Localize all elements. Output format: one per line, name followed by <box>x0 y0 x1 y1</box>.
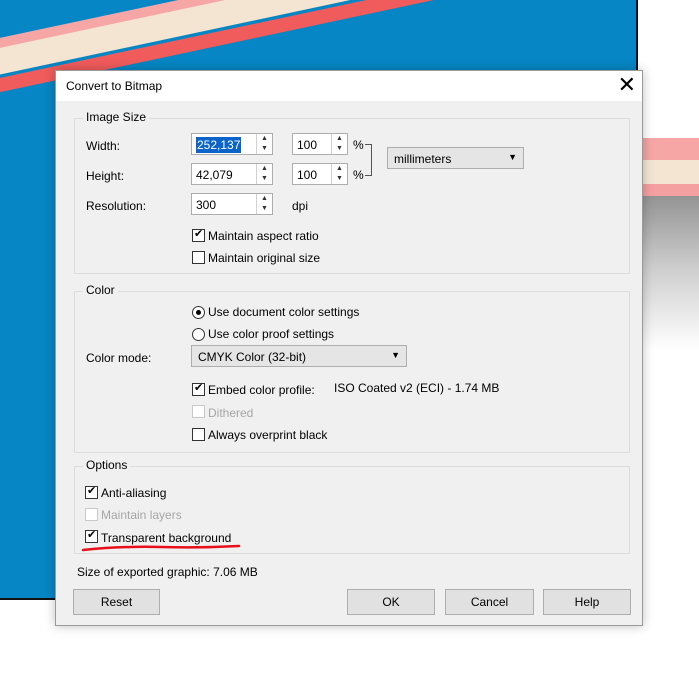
anti-aliasing-checkbox[interactable] <box>85 484 98 499</box>
spin-up-icon: ▲ <box>336 165 343 172</box>
spin-up-icon: ▲ <box>261 135 268 142</box>
units-selected: millimeters <box>394 152 452 166</box>
resolution-label: Resolution: <box>86 199 147 213</box>
spin-down-icon: ▼ <box>261 175 268 182</box>
maintain-layers-label[interactable]: Maintain layers <box>101 508 182 522</box>
color-mode-label: Color mode: <box>86 351 152 365</box>
export-size-text: Size of exported graphic: 7.06 MB <box>77 565 258 579</box>
dithered-checkbox[interactable] <box>192 405 205 418</box>
use-color-proof-settings-label[interactable]: Use color proof settings <box>208 327 334 341</box>
maintain-aspect-ratio-label[interactable]: Maintain aspect ratio <box>208 229 319 243</box>
embed-color-profile-label[interactable]: Embed color profile: <box>208 383 315 397</box>
width-value: 252,137 <box>196 137 242 153</box>
height-spin-arrows[interactable]: ▲ ▼ <box>256 164 272 184</box>
width-percent-symbol: % <box>353 138 364 152</box>
spin-up-icon: ▲ <box>336 135 343 142</box>
width-spinbox[interactable]: 252,137 ▲ ▼ <box>191 133 273 155</box>
maintain-layers-checkbox[interactable] <box>85 508 98 521</box>
red-underline-annotation <box>81 544 241 552</box>
height-percent-spinbox[interactable]: 100 ▲ ▼ <box>292 163 348 185</box>
width-percent-value: 100 <box>297 138 318 152</box>
color-legend: Color <box>83 283 118 297</box>
width-label: Width: <box>86 139 121 153</box>
spin-down-icon: ▼ <box>261 145 268 152</box>
height-percent-value: 100 <box>297 168 318 182</box>
height-value: 42,079 <box>196 168 233 182</box>
maintain-original-size-label[interactable]: Maintain original size <box>208 251 320 265</box>
spin-down-icon: ▼ <box>336 145 343 152</box>
resolution-spin-arrows[interactable]: ▲ ▼ <box>256 194 272 214</box>
resolution-unit: dpi <box>292 199 309 213</box>
height-spinbox[interactable]: 42,079 ▲ ▼ <box>191 163 273 185</box>
units-dropdown[interactable]: millimeters ▼ <box>387 147 524 169</box>
options-legend: Options <box>83 458 131 472</box>
options-group: Options Anti-aliasing Maintain layers Tr… <box>74 458 630 554</box>
aspect-link-bracket <box>365 144 372 176</box>
always-overprint-black-checkbox[interactable] <box>192 428 205 441</box>
use-document-color-settings-radio[interactable] <box>192 306 205 319</box>
use-document-color-settings-label[interactable]: Use document color settings <box>208 305 359 319</box>
width-percent-spinbox[interactable]: 100 ▲ ▼ <box>292 133 348 155</box>
spin-up-icon: ▲ <box>261 195 268 202</box>
help-button[interactable]: Help <box>543 589 631 615</box>
color-mode-selected: CMYK Color (32-bit) <box>198 350 307 364</box>
title-bar: Convert to Bitmap ✕ <box>56 71 642 101</box>
image-size-group: Image Size Width: 252,137 ▲ ▼ 100 ▲ ▼ % He… <box>74 110 630 274</box>
spin-down-icon: ▼ <box>261 205 268 212</box>
use-color-proof-settings-radio[interactable] <box>192 328 205 341</box>
maintain-aspect-ratio-checkbox[interactable] <box>192 227 205 242</box>
chevron-down-icon: ▼ <box>508 152 517 162</box>
ok-button[interactable]: OK <box>347 589 435 615</box>
reset-button[interactable]: Reset <box>73 589 160 615</box>
width-spin-arrows[interactable]: ▲ ▼ <box>256 134 272 154</box>
convert-to-bitmap-dialog: Convert to Bitmap ✕ Image Size Width: 25… <box>55 70 643 626</box>
artwork-stripe-right <box>638 138 699 218</box>
chevron-down-icon: ▼ <box>391 350 400 360</box>
always-overprint-black-label[interactable]: Always overprint black <box>208 428 327 442</box>
color-mode-dropdown[interactable]: CMYK Color (32-bit) ▼ <box>191 345 407 367</box>
embed-color-profile-checkbox[interactable] <box>192 381 205 396</box>
dithered-label[interactable]: Dithered <box>208 406 253 420</box>
color-group: Color Use document color settings Use co… <box>74 283 630 453</box>
anti-aliasing-label[interactable]: Anti-aliasing <box>101 486 166 500</box>
width-percent-spin-arrows[interactable]: ▲ ▼ <box>331 134 347 154</box>
cancel-button[interactable]: Cancel <box>445 589 534 615</box>
height-percent-spin-arrows[interactable]: ▲ ▼ <box>331 164 347 184</box>
image-size-legend: Image Size <box>83 110 150 124</box>
resolution-spinbox[interactable]: 300 ▲ ▼ <box>191 193 273 215</box>
height-label: Height: <box>86 169 125 183</box>
resolution-value: 300 <box>196 198 217 212</box>
spin-up-icon: ▲ <box>261 165 268 172</box>
maintain-original-size-checkbox[interactable] <box>192 251 205 264</box>
height-percent-symbol: % <box>353 168 364 182</box>
spin-down-icon: ▼ <box>336 175 343 182</box>
color-profile-name: ISO Coated v2 (ECI) - 1.74 MB <box>334 381 500 395</box>
dialog-title: Convert to Bitmap <box>66 79 163 93</box>
close-icon[interactable]: ✕ <box>618 74 636 96</box>
